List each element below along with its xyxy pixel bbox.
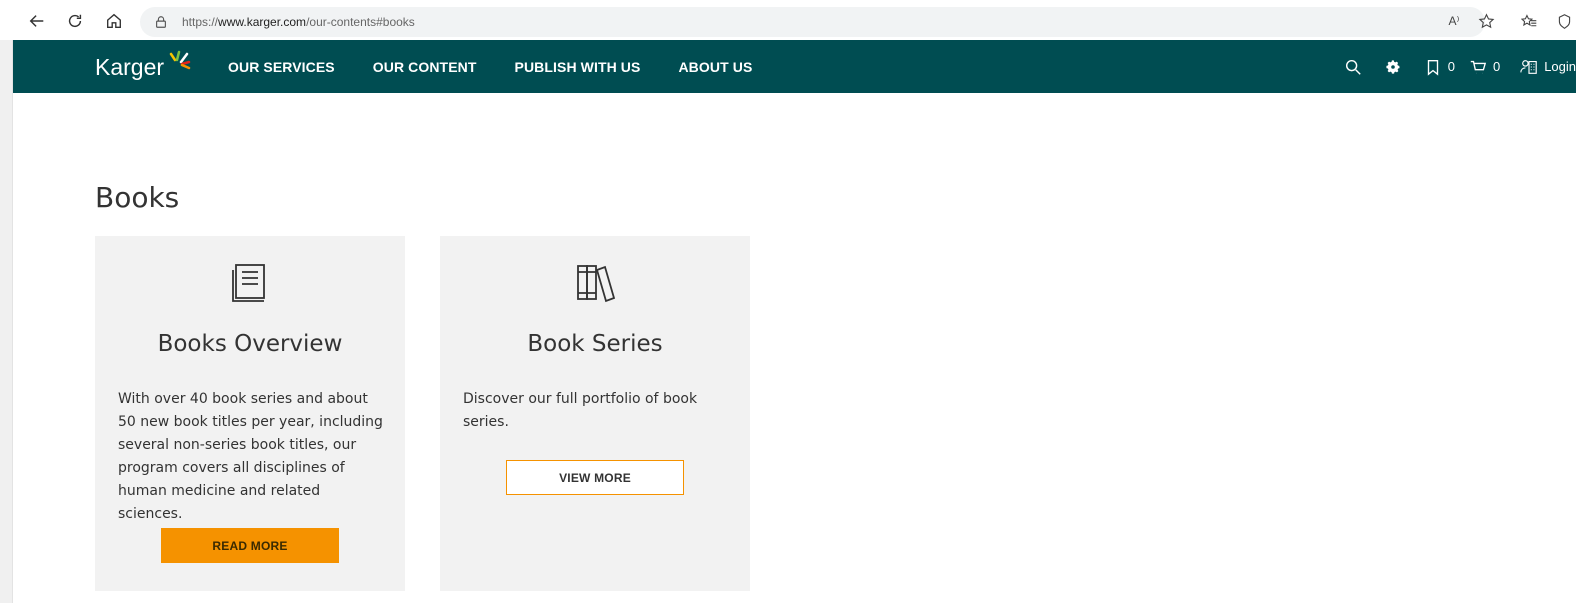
login-label: Login: [1544, 59, 1576, 74]
karger-logo[interactable]: Karger: [95, 50, 191, 84]
nav-our-services[interactable]: OUR SERVICES: [228, 59, 335, 75]
window-edge: [0, 40, 13, 603]
logo-text: Karger: [95, 53, 165, 80]
address-bar[interactable]: https://www.karger.com/our-contents#book…: [140, 7, 1485, 37]
url-path: /our-contents#books: [306, 15, 415, 29]
card-title: Books Overview: [157, 331, 343, 357]
read-aloud-label: A⁾: [1448, 14, 1460, 28]
bookmarks-count: 0: [1447, 59, 1455, 74]
url-prefix: https://: [182, 15, 219, 29]
login-button[interactable]: Login: [1520, 58, 1576, 76]
read-more-button[interactable]: READ MORE: [161, 528, 339, 563]
logo-mark-icon: [169, 50, 191, 70]
url-domain: www.karger.com: [218, 15, 307, 29]
read-aloud-icon[interactable]: A⁾: [1442, 9, 1466, 33]
nav-our-content[interactable]: OUR CONTENT: [373, 59, 477, 75]
card-books-overview: Books Overview With over 40 book series …: [95, 236, 405, 591]
cart-icon[interactable]: 0: [1469, 58, 1500, 76]
refresh-icon[interactable]: [62, 8, 88, 34]
add-favorite-icon[interactable]: [1474, 9, 1498, 33]
nav-about-us[interactable]: ABOUT US: [678, 59, 752, 75]
main-nav: OUR SERVICES OUR CONTENT PUBLISH WITH US…: [228, 40, 790, 93]
search-icon[interactable]: [1344, 58, 1362, 76]
extensions-icon[interactable]: [1552, 9, 1576, 33]
favorites-icon[interactable]: [1517, 9, 1541, 33]
back-icon[interactable]: [24, 8, 50, 34]
card-description: With over 40 book series and about 50 ne…: [118, 391, 383, 522]
book-series-icon: [577, 265, 615, 303]
browser-toolbar: https://www.karger.com/our-contents#book…: [0, 0, 1576, 40]
cart-count: 0: [1492, 59, 1501, 74]
card-title: Book Series: [527, 331, 663, 357]
card-book-series: Book Series Discover our full portfolio …: [440, 236, 750, 591]
card-description: Discover our full portfolio of book seri…: [463, 391, 698, 430]
page-title: Books: [95, 181, 180, 214]
bookmark-icon[interactable]: 0: [1424, 58, 1455, 76]
url-text: https://www.karger.com/our-contents#book…: [182, 15, 415, 29]
lock-icon: [156, 16, 166, 28]
header-tools: 0 0 Login: [1328, 40, 1576, 93]
book-icon: [232, 264, 265, 302]
user-building-icon: [1520, 59, 1537, 74]
view-more-button[interactable]: VIEW MORE: [506, 460, 684, 495]
site-header: Karger OUR SERVICES OUR CONTENT PUBLISH …: [13, 40, 1576, 93]
page-root: https://www.karger.com/our-contents#book…: [0, 0, 1576, 603]
gear-icon[interactable]: [1384, 58, 1402, 76]
nav-publish-with-us[interactable]: PUBLISH WITH US: [515, 59, 641, 75]
home-icon[interactable]: [101, 8, 127, 34]
